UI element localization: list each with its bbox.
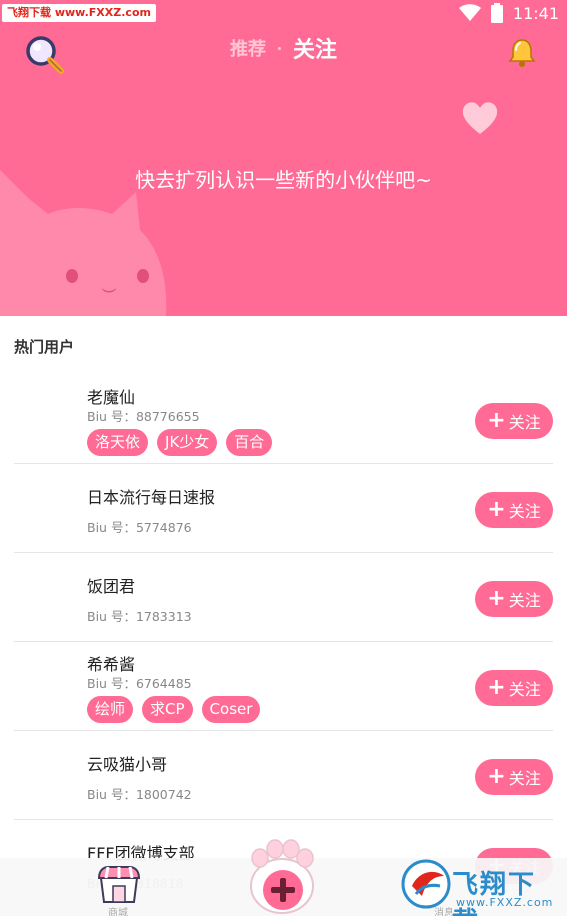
user-row[interactable]: 饭团君 Biu 号：1783313 + 关注 [14, 553, 553, 642]
user-tag: 百合 [226, 429, 273, 456]
follow-button[interactable]: + 关注 [475, 759, 553, 795]
user-name[interactable]: 云吸猫小哥 [87, 751, 167, 775]
follow-button[interactable]: + 关注 [475, 670, 553, 706]
follow-label: 关注 [508, 680, 541, 699]
tab-separator [277, 46, 281, 50]
bell-icon[interactable] [506, 36, 538, 68]
hot-users-title: 热门用户 [14, 338, 75, 356]
user-biu-id: Biu 号：6764485 [87, 676, 192, 691]
user-row[interactable]: 希希酱 Biu 号：6764485 绘师 求CP Coser + 关注 [14, 642, 553, 731]
watermark-top: 飞翔下载 www.FXXZ.com [2, 4, 156, 22]
plus-icon: + [487, 675, 506, 700]
watermark-logo: 飞翔下载 www.FXXZ.com [400, 856, 560, 916]
paw-plus-icon[interactable] [247, 838, 317, 916]
battery-icon [490, 3, 503, 23]
follow-label: 关注 [508, 591, 541, 610]
wifi-icon [458, 4, 481, 21]
user-name[interactable]: 饭团君 [87, 573, 135, 597]
watermark-url: www.FXXZ.com [456, 896, 554, 909]
banner-slogan: 快去扩列认识一些新的小伙伴吧~ [135, 168, 432, 192]
follow-button[interactable]: + 关注 [475, 581, 553, 617]
plus-icon: + [487, 497, 506, 522]
tab-recommend[interactable]: 推荐 [230, 35, 266, 61]
user-row[interactable]: 日本流行每日速报 Biu 号：5774876 + 关注 [14, 464, 553, 553]
user-name[interactable]: 希希酱 [87, 651, 135, 675]
plus-icon: + [487, 764, 506, 789]
user-tags: 洛天依 JK少女 百合 [87, 429, 273, 456]
shop-icon[interactable] [96, 864, 142, 904]
user-tags: 绘师 求CP Coser [87, 696, 261, 723]
top-navigation: 推荐 关注 [0, 28, 567, 78]
user-name[interactable]: 日本流行每日速报 [87, 484, 215, 508]
user-biu-id: Biu 号：88776655 [87, 409, 200, 424]
user-biu-id: Biu 号：5774876 [87, 520, 192, 535]
follow-label: 关注 [508, 413, 541, 432]
header-banner: 飞翔下载 www.FXXZ.com 11:41 推荐 关注 快去扩列认识一些新的… [0, 0, 567, 316]
follow-label: 关注 [508, 502, 541, 521]
status-time: 11:41 [512, 3, 559, 23]
user-tag: 绘师 [87, 696, 134, 723]
user-tag: 洛天依 [87, 429, 149, 456]
status-bar: 飞翔下载 www.FXXZ.com 11:41 [0, 0, 567, 26]
user-row[interactable]: 老魔仙 Biu 号：88776655 洛天依 JK少女 百合 + 关注 [14, 375, 553, 464]
shop-tab-label[interactable]: 商城 [108, 904, 128, 916]
follow-label: 关注 [508, 769, 541, 788]
user-tag: Coser [201, 696, 261, 723]
search-icon[interactable] [24, 34, 66, 76]
user-tag: 求CP [142, 696, 193, 723]
plus-icon: + [487, 408, 506, 433]
user-tag: JK少女 [157, 429, 218, 456]
follow-button[interactable]: + 关注 [475, 492, 553, 528]
user-biu-id: Biu 号：1800742 [87, 787, 192, 802]
plus-icon: + [487, 586, 506, 611]
fxxz-logo-icon [401, 859, 451, 909]
user-name[interactable]: 老魔仙 [87, 384, 135, 408]
follow-button[interactable]: + 关注 [475, 403, 553, 439]
heart-icon [462, 102, 498, 134]
user-row[interactable]: 云吸猫小哥 Biu 号：1800742 + 关注 [14, 731, 553, 820]
tab-follow[interactable]: 关注 [293, 32, 337, 64]
user-biu-id: Biu 号：1783313 [87, 609, 192, 624]
